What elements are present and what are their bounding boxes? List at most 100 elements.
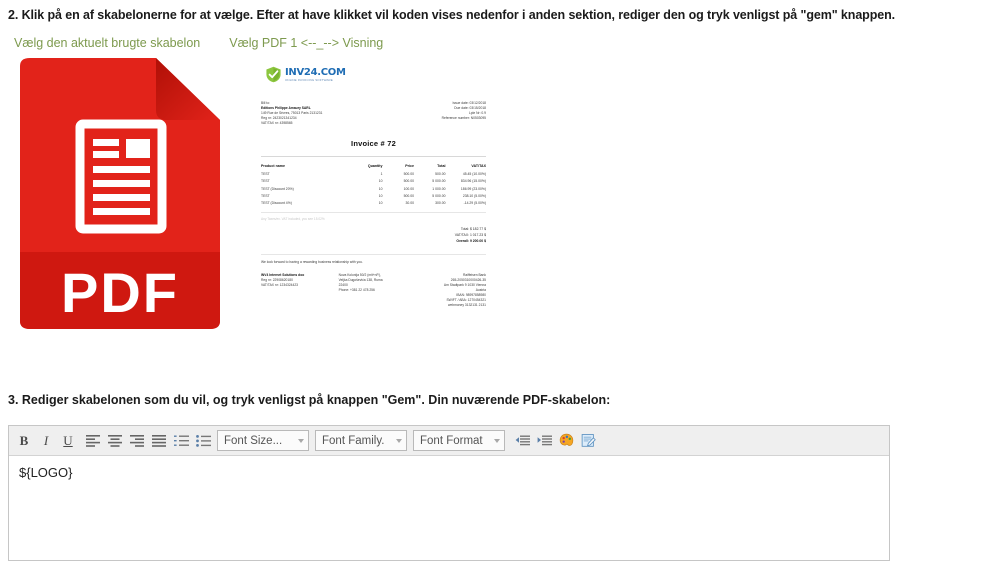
invoice-totals: Total: $ 182.77 $ VAT/TAX: 1 017.23 $ Ov… bbox=[261, 227, 486, 244]
invoice-logo-tagline: ONLINE INVOICING SOFTWARE bbox=[285, 77, 333, 82]
invoice-address-block: Bill to: Editions Philippe Amaury SARL 1… bbox=[261, 101, 486, 127]
align-left-button[interactable] bbox=[82, 430, 104, 452]
select-current-template-link[interactable]: Vælg den aktuelt brugte skabelon bbox=[14, 36, 200, 50]
pdf-file-icon: PDF bbox=[20, 58, 220, 329]
cell-total: 500.00 bbox=[435, 172, 446, 177]
invoice-title: Invoice # 72 bbox=[351, 138, 396, 148]
cell-price: 500.00 bbox=[403, 172, 414, 177]
align-center-icon bbox=[108, 434, 122, 447]
align-right-button[interactable] bbox=[126, 430, 148, 452]
align-justify-button[interactable] bbox=[148, 430, 170, 452]
align-left-icon bbox=[86, 434, 100, 447]
invoice-logo: INV24.COM ONLINE INVOICING SOFTWARE bbox=[265, 66, 486, 83]
invoice-overall-line: Overall: 9 200.00 $ bbox=[456, 239, 486, 244]
invoice-logo-text: INV24.COM bbox=[285, 66, 346, 78]
font-family-label: Font Family. bbox=[322, 434, 385, 447]
th-vat: VAT/TAX bbox=[471, 163, 486, 168]
th-total: Total bbox=[437, 163, 446, 168]
cell-product: TEST (Discount 4%) bbox=[261, 200, 292, 205]
footer-company-vat: VAT/TAX nr: 1234324423 bbox=[261, 283, 299, 288]
table-row: TEST 1 500.00 500.00 45.45 (10.00%) bbox=[261, 171, 486, 178]
invoice-meta: Issue date: 03/12/2018 Due date: 03/15/2… bbox=[394, 101, 486, 127]
ordered-list-icon bbox=[173, 435, 189, 446]
cell-quantity: 1 bbox=[380, 172, 383, 177]
step-3-instruction: 3. Rediger skabelonen som du vil, og try… bbox=[8, 393, 611, 407]
font-family-select[interactable]: Font Family. bbox=[315, 430, 407, 451]
underline-button[interactable]: U bbox=[57, 430, 79, 452]
cell-vat: 45.45 (10.00%) bbox=[462, 172, 486, 177]
shield-check-icon bbox=[266, 66, 281, 83]
template-thumbnails-row: PDF INV24.COM ONLINE INVOICING SOFTWARE … bbox=[0, 56, 995, 331]
pdf-template-icon[interactable]: PDF bbox=[14, 56, 226, 331]
cell-price: 500.00 bbox=[403, 193, 414, 198]
cell-price: 100.00 bbox=[403, 186, 414, 191]
invoice-footer-company: INV4 Internet Solutions doo Reg nr: 2290… bbox=[261, 273, 331, 309]
chevron-down-icon bbox=[298, 438, 304, 443]
footer-bank-6: webmoney 3132131 2131 bbox=[448, 303, 486, 308]
cell-quantity: 10 bbox=[378, 186, 383, 191]
edit-source-button[interactable] bbox=[577, 430, 599, 452]
font-format-label: Font Format bbox=[420, 434, 483, 447]
text-color-palette-icon bbox=[559, 433, 573, 446]
invoice-footer-address: Nova Kolonija 50/2 (mit+nP.), Veljka Dug… bbox=[339, 273, 409, 309]
chevron-down-icon bbox=[494, 438, 500, 443]
bill-to-line-3: VAT/TAX nr: 4398565 bbox=[261, 121, 293, 126]
table-row: TEST (Discount 4%) 10 30.00 300.00 -14.2… bbox=[261, 199, 486, 206]
invoice-meta-line-3: Reference number: N0503095 bbox=[441, 116, 486, 121]
cell-quantity: 10 bbox=[378, 193, 383, 198]
font-format-select[interactable]: Font Format bbox=[413, 430, 505, 451]
cell-total: 300.00 bbox=[435, 200, 446, 205]
table-header-row: Product name Quantity Price Total VAT/TA… bbox=[261, 164, 486, 171]
align-right-icon bbox=[130, 434, 144, 447]
text-color-button[interactable] bbox=[555, 430, 577, 452]
indent-button[interactable] bbox=[533, 430, 555, 452]
font-size-select[interactable]: Font Size... bbox=[217, 430, 309, 451]
cell-vat: 238.10 (5.00%) bbox=[462, 193, 486, 198]
outdent-icon bbox=[515, 435, 530, 445]
cell-total: 5 000.00 bbox=[432, 193, 446, 198]
align-justify-icon bbox=[152, 434, 166, 447]
invoice-divider bbox=[261, 155, 486, 157]
cell-price: 500.00 bbox=[403, 179, 414, 184]
th-product: Product name bbox=[261, 163, 285, 168]
cell-product: TEST bbox=[261, 179, 270, 184]
template-source-textarea[interactable]: ${LOGO} bbox=[9, 456, 889, 560]
cell-total: 5 000.00 bbox=[432, 179, 446, 184]
unordered-list-button[interactable] bbox=[192, 430, 214, 452]
align-center-button[interactable] bbox=[104, 430, 126, 452]
invoice-items-table: Product name Quantity Price Total VAT/TA… bbox=[261, 164, 486, 207]
cell-vat: -14.29 (5.00%) bbox=[463, 200, 486, 205]
italic-button[interactable]: I bbox=[35, 430, 57, 452]
cell-vat: 834.96 (15.00%) bbox=[460, 179, 486, 184]
select-pdf-1-preview-link[interactable]: Vælg PDF 1 <--_--> Visning bbox=[229, 36, 383, 50]
chevron-down-icon bbox=[396, 438, 402, 443]
cell-quantity: 10 bbox=[378, 179, 383, 184]
invoice-thanks-note: We look forward to having a rewarding bu… bbox=[261, 253, 486, 264]
bold-button[interactable]: B bbox=[13, 430, 35, 452]
editor-toolbar: B I U Font Size... Font Family. Font For… bbox=[9, 426, 889, 456]
cell-total: 1 000.00 bbox=[432, 186, 446, 191]
unordered-list-icon bbox=[195, 434, 211, 447]
invoice-footer-bank: Raiffeisen Bank 265-2050310000426-35 Am … bbox=[416, 273, 486, 309]
table-row: TEST 10 500.00 5 000.00 834.96 (15.00%) bbox=[261, 178, 486, 185]
table-row: TEST 10 500.00 5 000.00 238.10 (5.00%) bbox=[261, 192, 486, 199]
outdent-button[interactable] bbox=[511, 430, 533, 452]
font-size-label: Font Size... bbox=[224, 434, 283, 447]
step-2-instruction: 2. Klik på en af skabelonerne for at væl… bbox=[8, 8, 896, 22]
invoice-template-preview[interactable]: INV24.COM ONLINE INVOICING SOFTWARE Bill… bbox=[251, 56, 496, 331]
cell-product: TEST bbox=[261, 172, 270, 177]
ordered-list-button[interactable] bbox=[170, 430, 192, 452]
cell-price: 30.00 bbox=[405, 200, 415, 205]
cell-product: TEST bbox=[261, 193, 270, 198]
cell-vat: 186.99 (23.00%) bbox=[460, 186, 486, 191]
cell-product: TEST (Discount 20%) bbox=[261, 186, 294, 191]
template-links-row: Vælg den aktuelt brugte skabelon Vælg PD… bbox=[0, 36, 995, 50]
cell-quantity: 10 bbox=[378, 200, 383, 205]
th-price: Price bbox=[405, 163, 414, 168]
pdf-label: PDF bbox=[61, 261, 179, 324]
template-editor: B I U Font Size... Font Family. Font For… bbox=[8, 425, 890, 561]
footer-phone: Phone: +381 22 478 256 bbox=[338, 288, 375, 293]
invoice-footer: INV4 Internet Solutions doo Reg nr: 2290… bbox=[261, 273, 486, 309]
invoice-tax-note: Any Taxes/ex. VAT included, you see 15.0… bbox=[261, 212, 486, 221]
table-row: TEST (Discount 20%) 10 100.00 1 000.00 1… bbox=[261, 185, 486, 192]
